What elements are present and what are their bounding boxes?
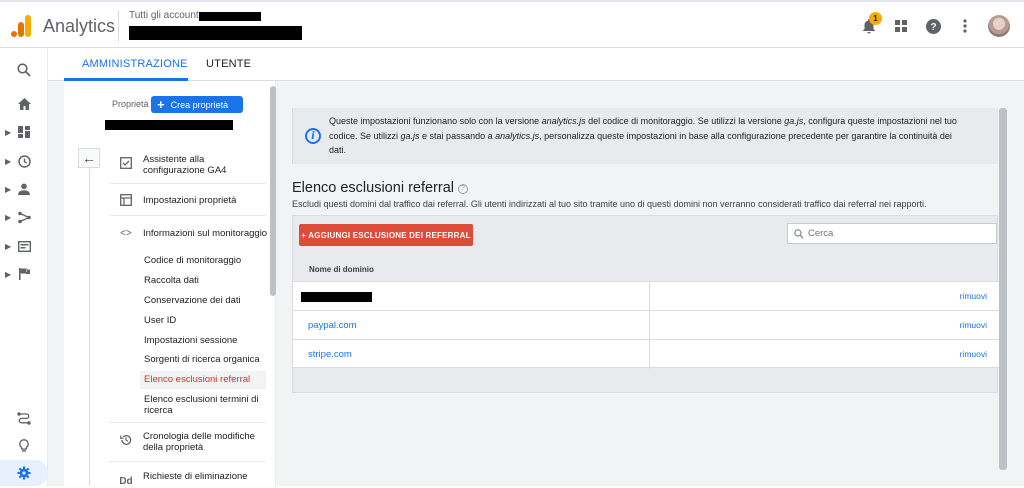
column-divider [89, 169, 90, 486]
table-row: paypal.com rimuovi [293, 310, 999, 340]
help-icon[interactable]: ? [924, 17, 942, 35]
cell-divider [649, 282, 650, 311]
left-nav: ▶ ▶ ▶ ▶ ▶ ▶ [0, 48, 48, 486]
sub-item-impostazioni-sessione[interactable]: Impostazioni sessione [144, 335, 237, 346]
section-description: Escludi questi domini dal traffico dai r… [292, 199, 927, 209]
menu-item-cronologia-modifiche[interactable]: Cronologia delle modifiche della proprie… [143, 431, 268, 453]
add-referral-exclusion-button[interactable]: + AGGIUNGI ESCLUSIONE DEI REFERRAL [299, 224, 473, 246]
fork-icon[interactable] [14, 207, 34, 227]
column-header-domain[interactable]: Nome di dominio [309, 265, 374, 274]
table-row: rimuovi [293, 281, 999, 311]
table-row: stripe.com rimuovi [293, 339, 999, 369]
info-line-2: codice. Se utilizzi ga.js e stai passand… [329, 130, 952, 141]
search-icon[interactable] [14, 60, 34, 80]
bell-icon[interactable]: 1 [860, 12, 882, 35]
dashboard-icon[interactable] [14, 122, 34, 142]
cell-divider [649, 311, 650, 340]
lightbulb-icon[interactable] [14, 436, 34, 456]
create-property-label: Crea proprietà [170, 99, 229, 110]
code-icon: <> [120, 227, 132, 239]
tab-amministrazione[interactable]: AMMINISTRAZIONE [82, 58, 188, 70]
caret-icon[interactable]: ▶ [5, 128, 11, 137]
menu-item-informazioni-monitoraggio[interactable]: Informazioni sul monitoraggio [143, 228, 267, 239]
divider [109, 422, 266, 423]
layout-icon [119, 193, 133, 207]
sub-item-sorgenti-ricerca-organica[interactable]: Sorgenti di ricerca organica [144, 354, 260, 365]
apps-grid-icon[interactable] [892, 17, 910, 35]
gear-icon[interactable] [14, 463, 34, 483]
account-label[interactable]: Tutti gli account [129, 10, 199, 21]
more-vert-icon[interactable] [956, 17, 974, 35]
notification-badge: 1 [869, 12, 882, 25]
redacted-property-name[interactable] [105, 120, 233, 130]
info-line-3: dati. [329, 145, 347, 155]
person-icon[interactable] [14, 179, 34, 199]
divider [109, 183, 266, 184]
page-title: Elenco esclusioni referral? [292, 180, 468, 196]
info-icon: i [305, 128, 321, 144]
tab-utente[interactable]: UTENTE [206, 58, 251, 70]
remove-link[interactable]: rimuovi [960, 349, 987, 359]
main-content: i Queste impostazioni funzionano solo co… [292, 108, 999, 393]
sub-item-codice-monitoraggio[interactable]: Codice di monitoraggio [144, 255, 241, 266]
caret-icon[interactable]: ▶ [5, 185, 11, 194]
redacted-account [199, 12, 261, 21]
remove-link[interactable]: rimuovi [960, 291, 987, 301]
menu-item-richieste-eliminazione[interactable]: Richieste di eliminazione [143, 471, 248, 482]
caret-icon[interactable]: ▶ [5, 213, 11, 222]
caret-icon[interactable]: ▶ [5, 157, 11, 166]
avatar[interactable] [988, 15, 1010, 37]
clock-icon[interactable] [14, 151, 34, 171]
info-text: Queste impostazioni funzionano solo con … [329, 114, 989, 158]
search-icon [794, 228, 804, 239]
display-icon[interactable] [14, 236, 34, 256]
divider [118, 10, 119, 42]
redacted-view-name[interactable] [129, 26, 302, 40]
remove-link[interactable]: rimuovi [960, 320, 987, 330]
caret-icon[interactable]: ▶ [5, 242, 11, 251]
info-banner: i Queste impostazioni funzionano solo co… [292, 108, 998, 164]
redacted-domain [301, 292, 372, 302]
cell-divider [649, 340, 650, 369]
divider [109, 215, 266, 216]
sub-item-user-id[interactable]: User ID [144, 315, 176, 326]
analytics-logo[interactable] [10, 14, 32, 38]
property-label: Proprietà [112, 99, 149, 109]
info-line-1: Queste impostazioni funzionano solo con … [329, 116, 957, 126]
domain-link[interactable]: stripe.com [308, 349, 352, 360]
admin-tabs: AMMINISTRAZIONE UTENTE [48, 48, 1024, 81]
sub-item-raccolta-dati[interactable]: Raccolta dati [144, 275, 199, 286]
app-title: Analytics [43, 16, 116, 36]
caret-icon[interactable]: ▶ [5, 270, 11, 279]
route-icon[interactable] [14, 408, 34, 428]
checkbox-icon [119, 156, 133, 170]
search-input[interactable] [808, 228, 988, 239]
top-icons: 1 ? [860, 12, 1010, 40]
search-box [787, 223, 997, 244]
plus-icon: + [157, 97, 165, 112]
property-column: Proprietà + Crea proprietà ← Assistente … [64, 81, 276, 487]
flag-icon[interactable] [14, 264, 34, 284]
svg-text:?: ? [930, 22, 936, 33]
sub-item-elenco-esclusioni-referral[interactable]: Elenco esclusioni referral [144, 374, 250, 385]
domain-link[interactable]: paypal.com [308, 320, 357, 331]
exclusion-table: + AGGIUNGI ESCLUSIONE DEI REFERRAL Nome … [292, 215, 999, 393]
menu-item-impostazioni-proprieta[interactable]: Impostazioni proprietà [143, 195, 236, 206]
back-arrow-icon[interactable]: ← [78, 148, 100, 168]
sub-item-conservazione-dati[interactable]: Conservazione dei dati [144, 295, 241, 306]
divider [109, 461, 266, 462]
top-bar: Analytics Tutti gli account 1 ? [0, 0, 1024, 48]
help-icon[interactable]: ? [458, 184, 468, 194]
sub-item-elenco-esclusioni-termini[interactable]: Elenco esclusioni termini di ricerca [144, 394, 264, 416]
create-property-button[interactable]: + Crea proprietà [151, 96, 243, 113]
column-scrollbar[interactable] [270, 86, 276, 296]
page-title-text: Elenco esclusioni referral [292, 180, 454, 196]
content-scrollbar[interactable] [999, 108, 1007, 470]
home-icon[interactable] [14, 94, 34, 114]
menu-item-assistente-ga4[interactable]: Assistente alla configurazione GA4 [143, 154, 263, 176]
history-icon [119, 433, 133, 447]
